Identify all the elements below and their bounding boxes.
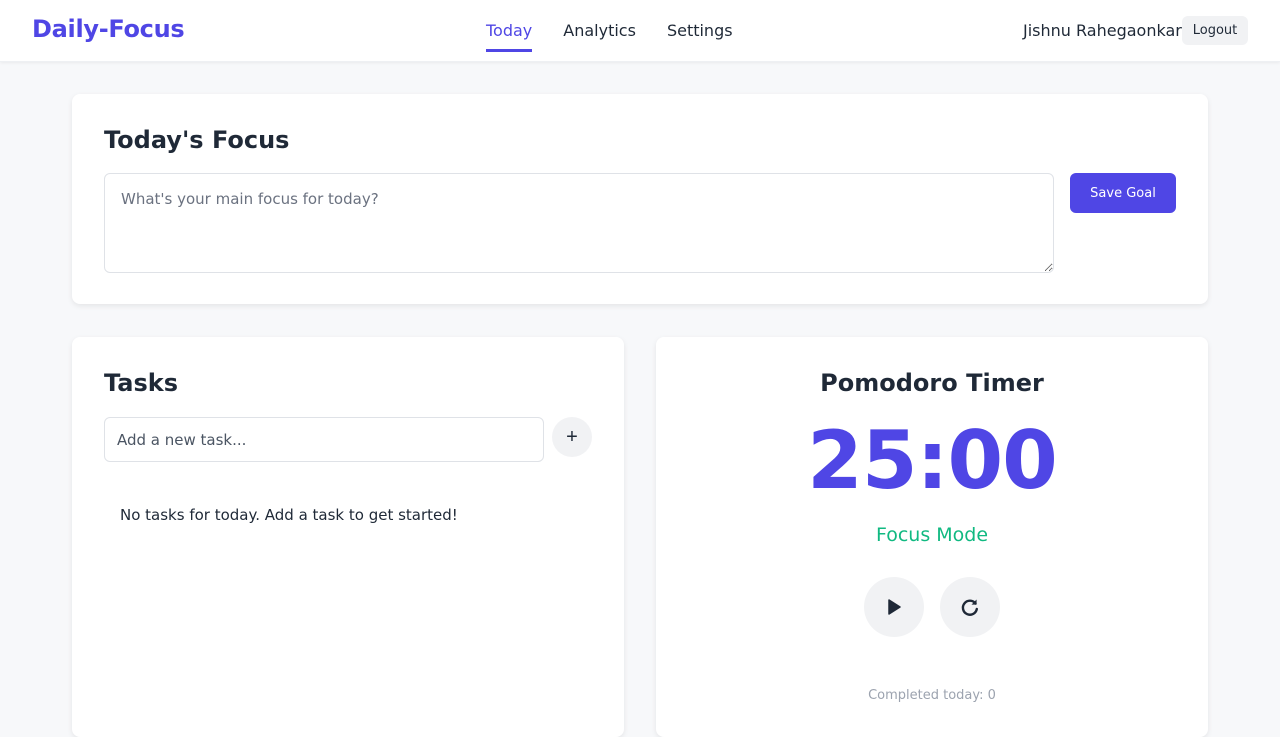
app-logo[interactable]: Daily-Focus bbox=[32, 15, 185, 43]
timer-mode-label: Focus Mode bbox=[875, 524, 989, 546]
reset-icon bbox=[961, 599, 978, 616]
main-nav: Today Analytics Settings bbox=[486, 20, 764, 52]
timer-display: 25:00 bbox=[807, 414, 1058, 507]
user-name: Jishnu Rahegaonkar bbox=[1023, 21, 1182, 40]
nav-link-analytics[interactable]: Analytics bbox=[563, 20, 636, 52]
new-task-input[interactable] bbox=[104, 417, 544, 462]
focus-goal-input[interactable] bbox=[104, 173, 1054, 273]
completed-count: Completed today: 0 bbox=[868, 688, 996, 703]
play-icon bbox=[888, 599, 901, 615]
pomodoro-card: Pomodoro Timer 25:00 Focus Mode Complete… bbox=[656, 337, 1208, 737]
focus-title: Today's Focus bbox=[104, 126, 290, 154]
nav-link-today[interactable]: Today bbox=[486, 20, 533, 52]
top-navbar: Daily-Focus Today Analytics Settings Jis… bbox=[0, 0, 1280, 62]
plus-icon: + bbox=[566, 426, 578, 448]
focus-card: Today's Focus Save Goal bbox=[72, 94, 1208, 304]
nav-link-settings[interactable]: Settings bbox=[667, 20, 733, 52]
save-goal-button[interactable]: Save Goal bbox=[1070, 173, 1176, 213]
add-task-button[interactable]: + bbox=[552, 417, 592, 457]
start-timer-button[interactable] bbox=[864, 577, 924, 637]
empty-tasks-message: No tasks for today. Add a task to get st… bbox=[120, 506, 458, 524]
logout-button[interactable]: Logout bbox=[1182, 16, 1248, 45]
tasks-title: Tasks bbox=[104, 369, 179, 397]
reset-timer-button[interactable] bbox=[940, 577, 1000, 637]
tasks-card: Tasks + No tasks for today. Add a task t… bbox=[72, 337, 624, 737]
timer-title: Pomodoro Timer bbox=[820, 369, 1044, 397]
